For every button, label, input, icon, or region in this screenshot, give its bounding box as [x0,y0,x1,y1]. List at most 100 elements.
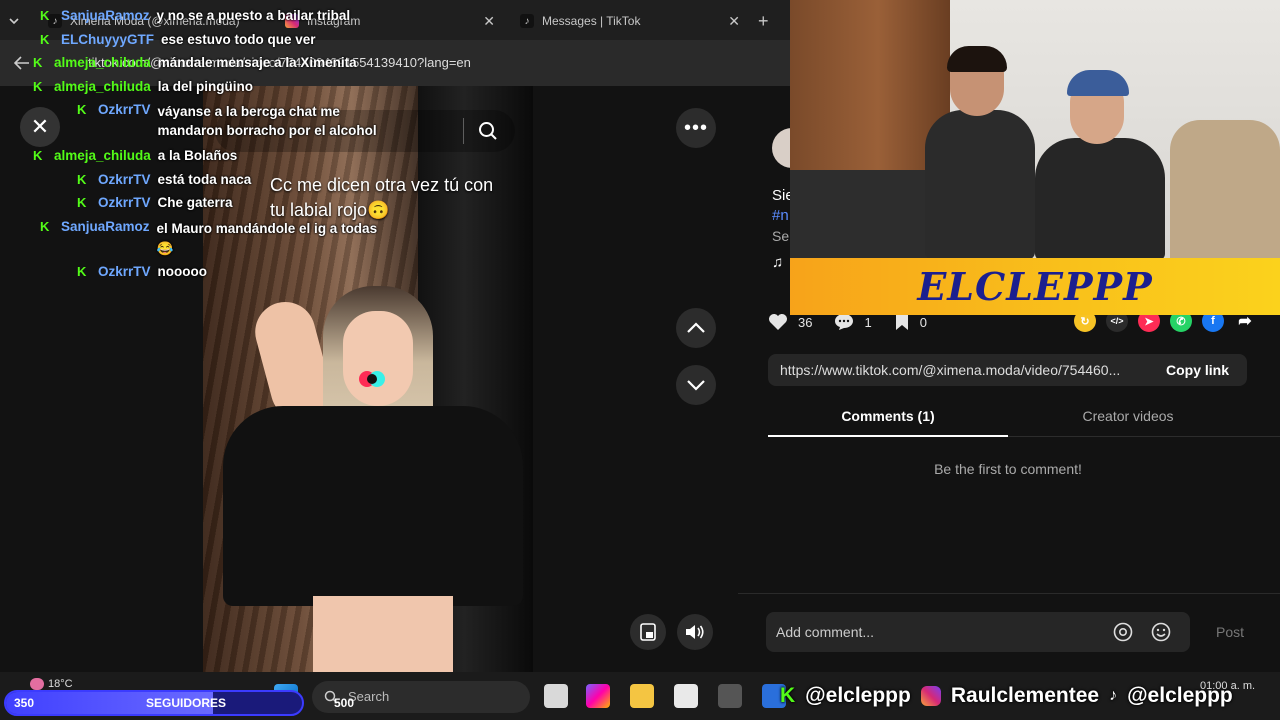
floating-player-button[interactable] [630,614,666,650]
close-tab-icon[interactable]: ✕ [728,13,740,30]
comment-placeholder: Add comment... [776,624,875,640]
close-button[interactable]: ✕ [20,107,60,147]
chevron-down-icon [9,18,19,25]
comment-icon [835,314,854,330]
chat-text: a la Bolaños [157,148,238,163]
chat-text: el Mauro mandándole el ig a todas [156,221,378,236]
system-clock: 01:00 a. m. [1200,680,1256,692]
next-video-button[interactable] [676,365,716,405]
streamer-right [1035,70,1165,258]
file-explorer-icon[interactable] [630,684,654,708]
tab-label: Messages | TikTok [542,14,641,28]
tiktok-icon: ♪ [520,14,534,28]
tiktok-icon: ♪ [1109,687,1118,704]
weather-icon [30,678,44,691]
heart-icon [769,314,787,330]
stream-banner: ELCLEPPP [790,258,1280,315]
goal-target: 500 [334,696,355,710]
chat-username: OzkrrTV [98,264,151,279]
video-link[interactable]: https://www.tiktok.com/@ximena.moda/vide… [780,354,1150,386]
empty-comments-message: Be the first to comment! [934,461,1082,477]
kick-icon: K [77,102,87,117]
floating-player-icon [640,623,656,641]
chat-text: la del pingüino [157,79,254,94]
kick-icon: K [40,8,50,23]
chat-username: almeja_chiluda [54,148,151,163]
goal-current: 350 [14,696,35,710]
chat-username: almeja_chiluda [54,55,151,70]
chevron-up-icon [687,322,705,333]
task-view-icon[interactable] [544,684,568,708]
social-handles: K @elcleppp Raulclementee ♪ @elcleppp [780,684,1243,708]
previous-video-button[interactable] [676,308,716,348]
more-options-button[interactable]: ••• [676,108,716,148]
banner-title: ELCLEPPP [917,264,1153,309]
tab-list-button[interactable] [8,4,32,38]
chat-message: K ELChuyyyGTF ese estuvo todo que ver [40,32,316,47]
chat-message: K SanjuaRamoz y no se a puesto a bailar … [40,8,350,23]
kick-icon: K [780,684,796,707]
chat-message: K almeja_chiluda a la Bolaños [33,148,237,163]
like-button[interactable]: 36 [768,313,812,331]
chat-text: mándale mensaje a la Ximenita [157,55,357,70]
chat-username: almeja_chiluda [54,79,151,94]
post-button[interactable]: Post [1216,624,1244,640]
chat-text: está toda naca [157,172,252,187]
goal-label: SEGUIDORES [146,696,227,710]
save-button[interactable]: 0 [894,313,927,331]
see-more-fragment[interactable]: Se [772,228,789,244]
kick-icon: K [33,79,43,94]
weather-temp: 18°C [48,678,73,690]
chat-username: OzkrrTV [98,195,151,210]
video-caption: Cc me dicen otra vez tú con tu labial ro… [270,175,494,220]
app-icon[interactable] [718,684,742,708]
kick-icon: K [33,148,43,163]
kick-icon: K [77,195,87,210]
search-icon[interactable] [478,121,498,141]
streamer-left [925,46,1035,258]
chat-text: nooooo [157,264,208,279]
close-tab-icon[interactable]: ✕ [483,13,495,30]
search-placeholder: Search [348,689,390,704]
chat-message: K SanjuaRamoz el Mauro mandándole el ig … [40,219,377,259]
hashtag-fragment[interactable]: #n [772,207,789,224]
instagram-icon [920,686,941,706]
mention-icon[interactable] [1113,622,1133,642]
close-icon: ✕ [30,114,50,139]
emoji-icon[interactable] [1151,622,1171,642]
save-count: 0 [919,314,927,330]
tab-messages[interactable]: ♪ Messages | TikTok ✕ [520,4,750,38]
chat-message: K OzkrrTV váyanse a la bercga chat me ma… [77,102,377,140]
back-arrow-icon[interactable] [14,56,30,70]
comment-button[interactable]: 1 [834,313,872,331]
volume-button[interactable] [677,614,713,650]
chat-username: ELChuyyyGTF [61,32,155,47]
chat-message: K OzkrrTV está toda naca [77,172,251,187]
chat-text: váyanse a la bercga chat me [157,104,340,119]
social-handle-kick: @elcleppp [805,684,911,707]
chat-text: Che gaterra [157,195,233,210]
webcam-overlay [790,0,1280,258]
new-tab-button[interactable]: + [758,4,778,38]
more-icon: ••• [683,116,708,139]
tab-comments[interactable]: Comments (1) [768,400,1008,437]
chat-message: K almeja_chiluda la del pingüino [33,79,253,94]
chat-username: SanjuaRamoz [61,8,150,23]
kick-icon: K [33,55,43,70]
tab-creator-videos[interactable]: Creator videos [1008,400,1248,437]
music-note-icon: ♫ [772,254,784,271]
store-icon[interactable] [674,684,698,708]
bookmark-icon [895,314,908,330]
follower-goal-bar: 350 SEGUIDORES [4,690,304,716]
copy-link-box: https://www.tiktok.com/@ximena.moda/vide… [768,354,1247,386]
comment-input[interactable]: Add comment... [766,612,1190,652]
chat-text: ese estuvo todo que ver [161,32,316,47]
kick-icon: K [77,172,87,187]
copilot-icon[interactable] [586,684,610,708]
screen: ♪ Ximena Moda (@ximena.moda) Instagram ✕… [0,0,1280,720]
chat-username: OzkrrTV [98,172,151,187]
chevron-down-icon [687,380,705,391]
chat-text: y no se a puesto a bailar tribal [156,8,351,23]
weather-widget[interactable]: 18°C [30,678,73,691]
copy-link-button[interactable]: Copy link [1166,354,1229,386]
